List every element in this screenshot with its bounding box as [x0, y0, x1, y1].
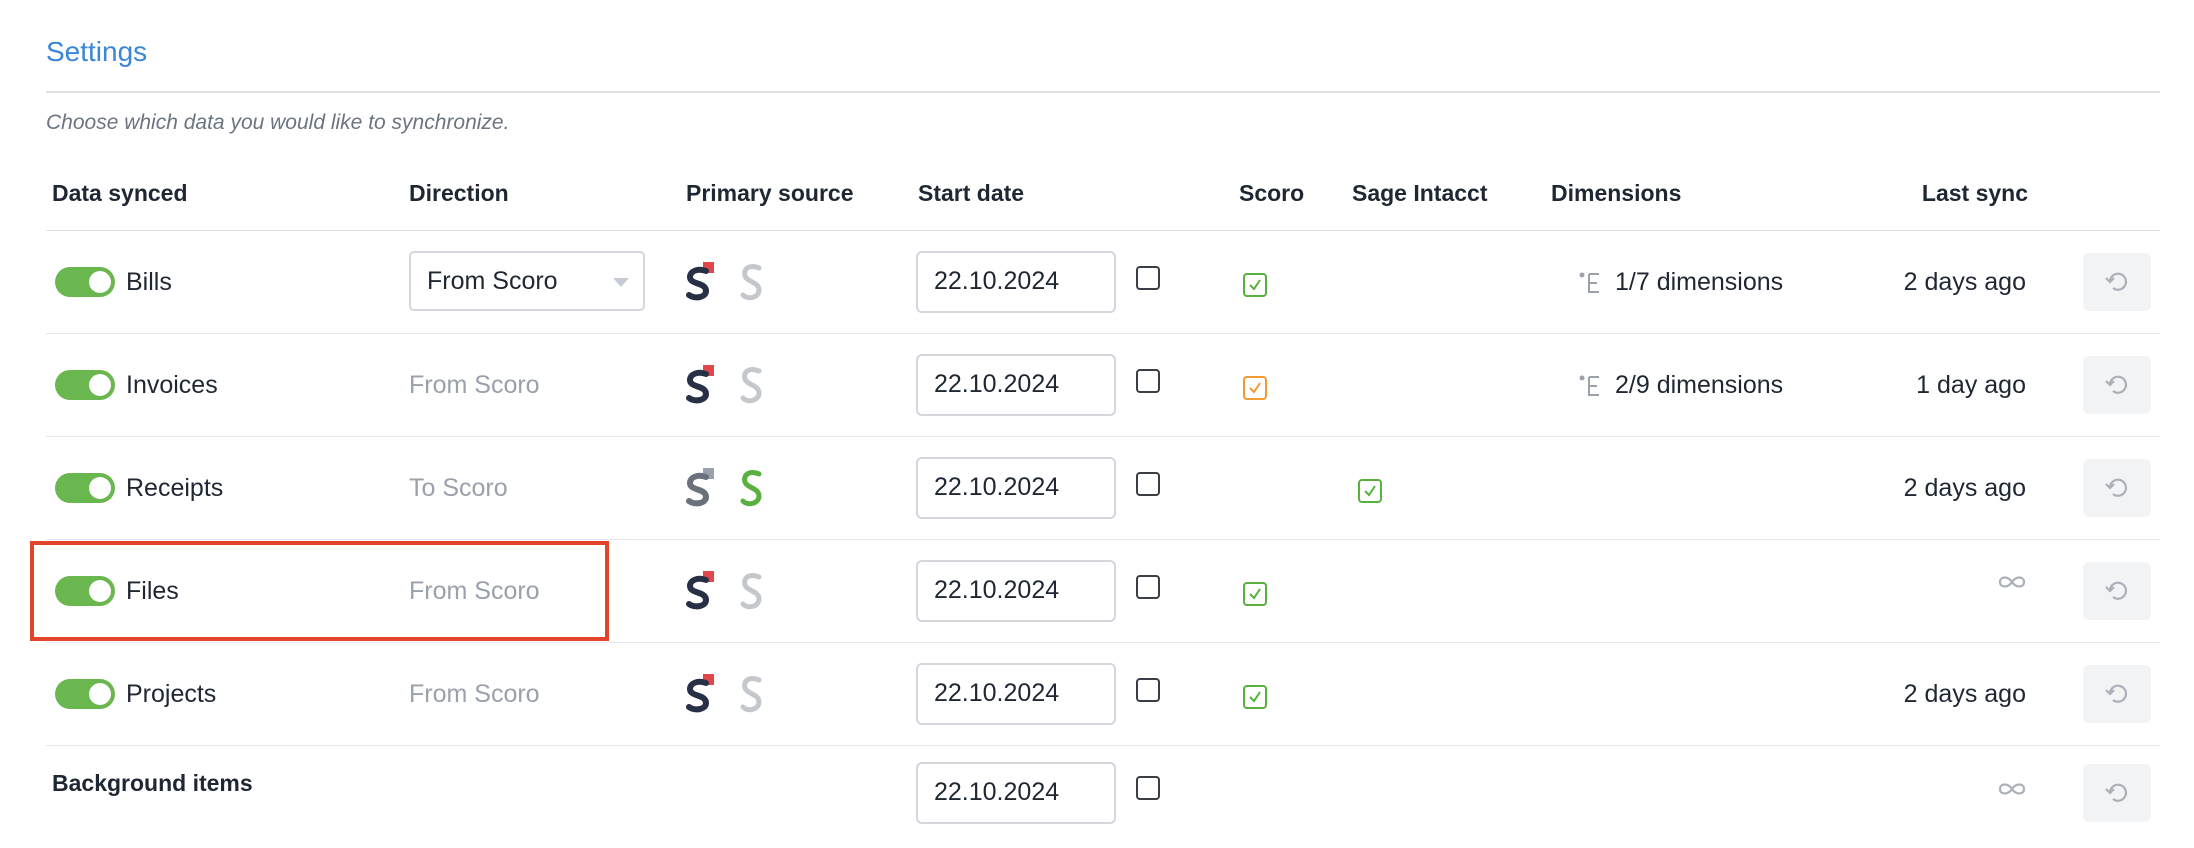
- scoro-logo-icon[interactable]: [686, 468, 714, 513]
- col-header-last-sync: Last sync: [1921, 180, 2028, 206]
- scoro-logo-icon[interactable]: [686, 262, 714, 307]
- title-divider: [46, 91, 2160, 93]
- infinity-icon: [1997, 780, 2027, 803]
- toggle-knob: [89, 477, 111, 499]
- resync-button[interactable]: [2083, 665, 2151, 723]
- sage-s-icon[interactable]: [739, 571, 765, 616]
- sage-s-icon[interactable]: [739, 674, 765, 719]
- col-header-sage-intacct: Sage Intacct: [1352, 180, 1488, 206]
- scoro-sync-checkbox[interactable]: [1243, 273, 1267, 297]
- last-sync-text: 2 days ago: [1903, 474, 2026, 502]
- sage-s-icon[interactable]: [739, 365, 765, 410]
- direction-select[interactable]: From Scoro: [409, 251, 645, 311]
- sage-sync-checkbox[interactable]: [1358, 479, 1382, 503]
- scoro-sync-checkbox[interactable]: [1243, 685, 1267, 709]
- last-sync-text: 1 day ago: [1916, 371, 2026, 399]
- table-row: Invoices From Scoro 22.10.2024 2/9 dimen…: [46, 334, 2160, 437]
- sync-toggle[interactable]: [55, 267, 115, 297]
- check-icon: [1249, 382, 1261, 394]
- dimensions-text: 1/7 dimensions: [1615, 268, 1784, 296]
- background-items-row: Background items 22.10.2024: [46, 746, 2160, 848]
- row-checkbox[interactable]: [1136, 678, 1160, 702]
- col-header-scoro: Scoro: [1239, 180, 1305, 206]
- sage-s-icon[interactable]: [739, 468, 765, 513]
- infinity-icon: [1997, 573, 2027, 596]
- resync-button[interactable]: [2083, 253, 2151, 311]
- row-label: Invoices: [126, 371, 218, 399]
- dimension-icon: [1579, 271, 1603, 300]
- row-checkbox[interactable]: [1136, 369, 1160, 393]
- page-subtitle: Choose which data you would like to sync…: [46, 111, 510, 134]
- background-items-label: Background items: [52, 770, 253, 796]
- col-header-dimensions: Dimensions: [1551, 180, 1682, 206]
- col-header-primary-source: Primary source: [686, 180, 854, 206]
- row-checkbox[interactable]: [1136, 776, 1160, 800]
- direction-text: From Scoro: [409, 371, 540, 399]
- sage-s-icon[interactable]: [739, 262, 765, 307]
- dimensions-text: 2/9 dimensions: [1615, 371, 1784, 399]
- last-sync-text: 2 days ago: [1903, 268, 2026, 296]
- dimension-icon: [1579, 374, 1603, 403]
- sync-toggle[interactable]: [55, 679, 115, 709]
- col-header-start-date: Start date: [918, 180, 1025, 206]
- toggle-knob: [89, 683, 111, 705]
- start-date-input[interactable]: 22.10.2024: [916, 762, 1116, 824]
- table-row: Projects From Scoro 22.10.2024 2 days ag…: [46, 643, 2160, 746]
- row-label: Bills: [126, 268, 172, 296]
- resync-button[interactable]: [2083, 562, 2151, 620]
- row-checkbox[interactable]: [1136, 575, 1160, 599]
- start-date-input[interactable]: 22.10.2024: [916, 560, 1116, 622]
- scoro-logo-icon[interactable]: [686, 365, 714, 410]
- check-icon: [1364, 485, 1376, 497]
- direction-text: From Scoro: [409, 680, 540, 708]
- direction-text: To Scoro: [409, 474, 508, 502]
- start-date-input[interactable]: 22.10.2024: [916, 251, 1116, 313]
- check-icon: [1249, 691, 1261, 703]
- row-label: Receipts: [126, 474, 224, 502]
- last-sync-text: 2 days ago: [1903, 680, 2026, 708]
- col-header-data-synced: Data synced: [52, 180, 188, 206]
- sync-toggle[interactable]: [55, 370, 115, 400]
- table-row: Bills From Scoro 22.10.2024 1/7 dimensio…: [46, 231, 2160, 334]
- resync-icon: [2105, 684, 2128, 703]
- toggle-knob: [89, 271, 111, 293]
- scoro-logo-icon[interactable]: [686, 674, 714, 719]
- scoro-sync-checkbox[interactable]: [1243, 582, 1267, 606]
- row-checkbox[interactable]: [1136, 266, 1160, 290]
- resync-icon: [2105, 375, 2128, 394]
- highlight-box: [30, 541, 609, 641]
- direction-select-value: From Scoro: [427, 267, 558, 295]
- start-date-input[interactable]: 22.10.2024: [916, 457, 1116, 519]
- toggle-knob: [89, 374, 111, 396]
- resync-icon: [2105, 581, 2128, 600]
- resync-button[interactable]: [2083, 356, 2151, 414]
- chevron-down-icon: [613, 278, 629, 287]
- row-checkbox[interactable]: [1136, 472, 1160, 496]
- resync-icon: [2105, 478, 2128, 497]
- scoro-logo-icon[interactable]: [686, 571, 714, 616]
- scoro-sync-checkbox[interactable]: [1243, 376, 1267, 400]
- row-label: Projects: [126, 680, 217, 708]
- resync-button[interactable]: [2083, 764, 2151, 822]
- resync-icon: [2105, 272, 2128, 291]
- table-row: Receipts To Scoro 22.10.2024 2 days ago: [46, 437, 2160, 540]
- resync-button[interactable]: [2083, 459, 2151, 517]
- page-title: Settings: [46, 36, 148, 67]
- check-icon: [1249, 588, 1261, 600]
- col-header-direction: Direction: [409, 180, 509, 206]
- check-icon: [1249, 279, 1261, 291]
- start-date-input[interactable]: 22.10.2024: [916, 354, 1116, 416]
- start-date-input[interactable]: 22.10.2024: [916, 663, 1116, 725]
- sync-toggle[interactable]: [55, 473, 115, 503]
- resync-icon: [2105, 783, 2128, 802]
